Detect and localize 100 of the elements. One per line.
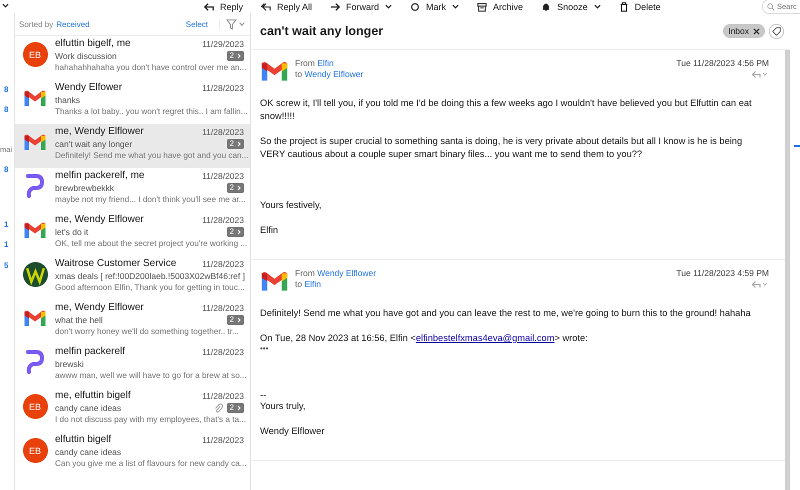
- thread-count-badge[interactable]: 2: [226, 227, 244, 237]
- toolbar-button[interactable]: Reply All: [252, 2, 322, 12]
- quote-header: On Tue, 28 Nov 2023 at 16:56, Elfin <elfinbestelfxmas4eva@gmail.com> wrote:: [260, 332, 589, 345]
- message-subject: brewski: [55, 358, 85, 370]
- folder-count: 8: [4, 165, 8, 174]
- email-paragraph: Yours festively,: [260, 199, 322, 212]
- message-preview: Good afternoon Elfin, Thank you for getting in touc...: [55, 282, 244, 294]
- folder-count: 8: [4, 85, 8, 94]
- mail-logo-icon: [23, 89, 47, 108]
- message-date: 11/28/2023: [202, 126, 244, 138]
- message-subject: candy cane ideas: [55, 446, 122, 458]
- filter-icon[interactable]: [219, 18, 246, 30]
- sender-name: me, Wendy Elflower: [55, 214, 145, 226]
- toolbar-button[interactable]: Forward: [321, 2, 402, 12]
- circle-icon: [410, 2, 420, 12]
- message-row[interactable]: EB me, elfuttin bigelf 11/28/2023 candy cane ideas 2 I do not discuss pay with my employees, that's a ta...: [15, 388, 250, 432]
- message-subject: candy cane ideas: [55, 402, 122, 414]
- bell-icon: [541, 2, 552, 12]
- folder-count: 8: [4, 105, 8, 114]
- message-date: Tue 11/28/2023 4:56 PM: [676, 58, 769, 68]
- archive-box-icon: [477, 2, 488, 12]
- message-preview: OK, tell me about the secret project you're working ...: [55, 238, 244, 250]
- sender-name: melfin packerelf: [55, 346, 126, 358]
- chevron-icon: [237, 141, 241, 147]
- toolbar-button[interactable]: Reply: [195, 2, 252, 12]
- search-icon: [767, 2, 775, 10]
- sender-name: elfuttin bigelf, me: [55, 38, 132, 50]
- chevron-icon: [237, 53, 241, 59]
- message-preview: hahahahhahaha you don't have control over me an...: [55, 62, 244, 74]
- toolbar-button[interactable]: Snooze: [532, 2, 610, 12]
- sort-field-link[interactable]: Received: [56, 20, 90, 28]
- message-subject: let's do it: [55, 226, 90, 238]
- sender-name: Wendy Elfower: [55, 82, 124, 94]
- message-preview: maybe not my friend... I don't think you'll see me ar...: [55, 194, 244, 206]
- select-link[interactable]: Select: [186, 20, 208, 28]
- message-preview: awww man, well we will have to go for a brew at so...: [55, 370, 244, 382]
- message-date: 11/28/2023: [202, 390, 244, 402]
- signature-separator: --: [260, 391, 268, 400]
- message-date: 11/28/2023: [202, 258, 244, 270]
- message-preview: Can you give me a list of flavours for new candy ca...: [55, 458, 244, 470]
- chevron-icon: [237, 185, 241, 191]
- email-paragraph: Yours truly,: [260, 400, 306, 413]
- close-icon[interactable]: [753, 28, 760, 34]
- p-logo-icon: [25, 350, 45, 374]
- tag-icon[interactable]: [769, 24, 784, 38]
- email-subject: can't wait any longer: [260, 24, 384, 38]
- to-label: to: [295, 69, 302, 79]
- w-logo-icon: [22, 262, 48, 287]
- recipient-link[interactable]: Wendy Elflower: [304, 69, 364, 79]
- reply-all-icon: [261, 2, 272, 12]
- caret-icon[interactable]: [2, 3, 9, 8]
- message-row[interactable]: EB elfuttin bigelf, me 11/29/2023 Work discussion 2 hahahahhahaha you don't have control over me an...: [15, 36, 250, 80]
- thread-count-badge[interactable]: 2: [226, 315, 244, 325]
- message-row[interactable]: me, Wendy Elflower 11/28/2023 let's do it 2 OK, tell me about the secret project you're working ...: [15, 212, 250, 256]
- chevron-icon: [237, 317, 241, 323]
- message-row[interactable]: me, Wendy Elflower 11/28/2023 can't wait any longer 2 Definitely! Send me what you have got and you can...: [15, 124, 250, 168]
- from-label: From: [295, 58, 315, 68]
- message-row[interactable]: EB elfuttin bigelf 11/28/2023 candy cane ideas Can you give me a list of flavours for new candy ca...: [15, 432, 250, 476]
- p-logo-icon: [25, 174, 45, 198]
- sender-name: me, Wendy Elflower: [55, 126, 145, 138]
- thread-count-badge[interactable]: 2: [226, 183, 244, 193]
- mail-logo-icon: [260, 270, 289, 293]
- sender-link[interactable]: Elfin: [317, 58, 334, 68]
- recipient-link[interactable]: Elfin: [304, 279, 322, 289]
- inbox-tag[interactable]: Inbox: [723, 24, 765, 38]
- message-row[interactable]: me, Wendy Elflower 11/28/2023 what the hell 2 don't worry honey we'll do something together.. tr...: [15, 300, 250, 344]
- message-row[interactable]: Waitrose Customer Service 11/28/2023 xmas deals [ ref:!00D200laeb.!5003X02wBf46:ref ] Good afternoon Elfin, Thank you for getting in touc...: [15, 256, 250, 300]
- sender-name: melfin packerelf, me: [55, 170, 146, 182]
- message-subject: thanks: [55, 94, 82, 106]
- folder-count: 5: [4, 261, 8, 270]
- folder-count: 1: [4, 240, 8, 249]
- message-row[interactable]: melfin packerelf 11/28/2023 brewski awww man, well we will have to go for a brew at so...: [15, 344, 250, 388]
- from-label: From: [295, 268, 315, 278]
- thread-count-badge[interactable]: 2: [226, 139, 244, 149]
- toolbar-button[interactable]: Archive: [468, 2, 532, 12]
- message-subject: can't wait any longer: [55, 138, 134, 150]
- email-link[interactable]: elfinbestelfxmas4eva@gmail.com: [416, 333, 554, 343]
- show-quoted-button[interactable]: •••: [260, 345, 769, 353]
- message-date: 11/29/2023: [202, 38, 244, 50]
- sort-label: Sorted by: [19, 20, 54, 28]
- sender-link[interactable]: Wendy Elflower: [317, 268, 376, 278]
- message-row[interactable]: melfin packerelf, me 11/28/2023 brewbrewbekkk 2 maybe not my friend... I don't think you'll see me ar...: [15, 168, 250, 212]
- message-preview: don't worry honey we'll do something together.. tr...: [55, 326, 240, 338]
- email-paragraph: Wendy Elflower: [260, 425, 326, 438]
- forward-arrow-icon: [330, 2, 340, 12]
- message-subject: Work discussion: [55, 50, 118, 62]
- sender-name: Waitrose Customer Service: [55, 258, 178, 270]
- mail-logo-icon: [23, 133, 47, 152]
- mail-logo-icon: [23, 221, 47, 240]
- avatar-initials: EB: [22, 42, 48, 67]
- thread-count-badge[interactable]: 2: [226, 403, 244, 413]
- toolbar-button[interactable]: Delete: [610, 2, 670, 12]
- toolbar-button[interactable]: Mark: [401, 2, 468, 12]
- message-date: 11/28/2023: [202, 214, 244, 226]
- chevron-icon: [237, 405, 241, 411]
- avatar-initials: EB: [22, 394, 48, 419]
- thread-count-badge[interactable]: 2: [226, 51, 244, 61]
- message-row[interactable]: Wendy Elfower 11/28/2023 thanks Thanks a lot baby.. you won't regret this.. I am fallin...: [15, 80, 250, 124]
- message-preview: I do not discuss pay with my employees, that's a ta...: [55, 414, 244, 426]
- message-date: 11/28/2023: [202, 346, 244, 358]
